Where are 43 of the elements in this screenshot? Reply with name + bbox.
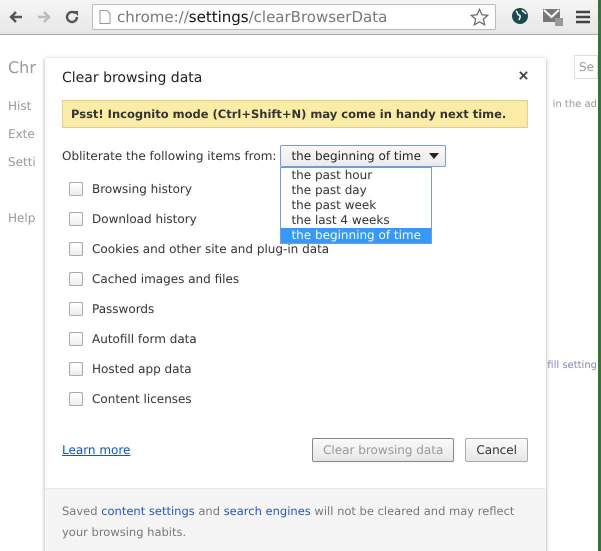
checkbox-label: Hosted app data (92, 362, 192, 376)
checkbox-label: Cached images and files (92, 272, 240, 286)
checkbox-label: Autofill form data (92, 332, 197, 346)
incognito-notice: Psst! Incognito mode (Ctrl+Shift+N) may come in handy next time. (62, 100, 528, 128)
dropdown-option[interactable]: the past hour (281, 168, 432, 183)
checkbox-label: Passwords (92, 302, 154, 316)
dropdown-option[interactable]: the last 4 weeks (281, 213, 432, 228)
footer-note: Saved content settings and search engines will not be cleared and may reflect your browsing habits. (62, 503, 516, 541)
time-range-dropdown[interactable]: the beginning of time (280, 145, 446, 167)
settings-text: in the ad (552, 99, 598, 110)
forward-arrow-icon[interactable] (36, 9, 52, 25)
close-icon[interactable] (519, 70, 528, 80)
checkbox[interactable] (69, 302, 83, 316)
range-label: Obliterate the following items from: (62, 149, 276, 163)
cancel-button[interactable]: Cancel (465, 438, 528, 462)
dropdown-option[interactable]: the past week (281, 198, 432, 213)
checkbox-label: Download history (92, 212, 197, 226)
checkbox[interactable] (69, 332, 83, 346)
globe-icon[interactable] (510, 7, 530, 27)
checkbox[interactable] (69, 212, 83, 226)
settings-link[interactable]: fill setting (547, 360, 598, 371)
checkbox-label: Content licenses (92, 392, 192, 406)
dropdown-option[interactable]: the past day (281, 183, 432, 198)
address-bar[interactable]: chrome://settings/clearBrowserData (92, 4, 496, 30)
settings-link[interactable]: content settings (101, 504, 195, 518)
checkbox[interactable] (69, 182, 83, 196)
settings-link[interactable]: search engines (224, 504, 311, 518)
checkbox[interactable] (69, 242, 83, 256)
checkbox-label: Browsing history (92, 182, 192, 196)
mail-icon[interactable] (542, 7, 564, 27)
dialog-title: Clear browsing data (62, 70, 202, 86)
back-arrow-icon[interactable] (8, 9, 24, 25)
menu-icon[interactable] (576, 10, 590, 24)
reload-icon[interactable] (64, 9, 80, 25)
checkbox-label: Cookies and other site and plug-in data (92, 242, 330, 256)
star-icon[interactable] (470, 8, 489, 26)
learn-more-link[interactable]: Learn more (62, 443, 130, 457)
page-icon (99, 10, 111, 24)
page-title: Chr (8, 58, 36, 76)
checkbox[interactable] (69, 392, 83, 406)
checkbox[interactable] (69, 272, 83, 286)
checkbox[interactable] (69, 362, 83, 376)
caret-icon (428, 153, 439, 159)
